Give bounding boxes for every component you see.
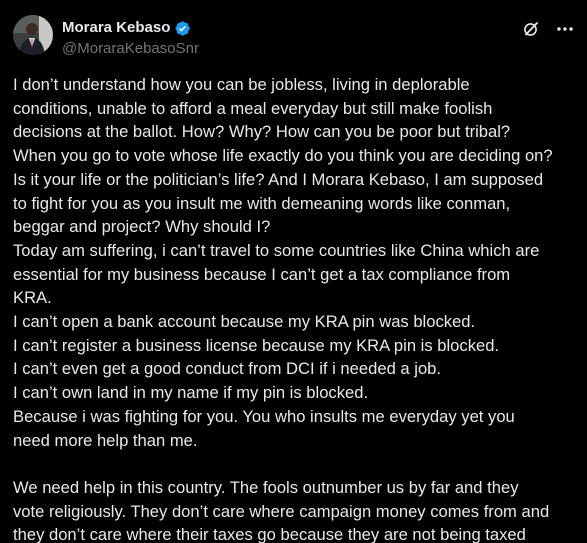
tweet-line: conditions, unable to afford a meal ever… (13, 98, 493, 118)
tweet-line: We need help in this country. The fools … (13, 477, 519, 497)
tweet-line: Is it your life or the politician’s life… (13, 169, 544, 189)
tweet-line: When you go to vote whose life exactly d… (13, 146, 553, 166)
tweet-line: decisions at the ballot. How? Why? How c… (13, 122, 511, 142)
tweet-line: KRA. (13, 288, 52, 308)
tweet-line: Today am suffering, i can’t travel to so… (13, 240, 540, 260)
grok-icon[interactable] (521, 19, 541, 39)
header-actions (521, 19, 575, 39)
paragraph-break (13, 452, 585, 476)
tweet-line: I don’t understand how you can be jobles… (13, 75, 470, 94)
tweet-line: I can’t open a bank account because my K… (13, 312, 476, 332)
tweet-line: essential for my business because I can’… (13, 264, 511, 284)
tweet-line: vote religiously. They don’t care where … (13, 501, 550, 521)
tweet-card[interactable]: Morara Kebaso @MoraraKebasoSnr I don’t u… (0, 0, 587, 543)
author-avatar[interactable] (13, 15, 53, 55)
tweet-line: beggar and project? Why should I? (13, 217, 271, 237)
tweet-line: need more help than me. (13, 430, 198, 450)
tweet-line: to fight for you as you insult me with d… (13, 193, 511, 213)
tweet-line: I can’t own land in my name if my pin is… (13, 383, 369, 403)
tweet-line: they don’t care where their taxes go bec… (13, 525, 526, 543)
tweet-header: Morara Kebaso @MoraraKebasoSnr (62, 18, 199, 59)
author-handle[interactable]: @MoraraKebasoSnr (62, 39, 199, 59)
author-display-name[interactable]: Morara Kebaso (62, 18, 170, 38)
tweet-line: I can’t register a business license beca… (13, 335, 500, 355)
more-icon[interactable] (555, 19, 575, 39)
name-row: Morara Kebaso (62, 18, 199, 38)
tweet-line: Because i was fighting for you. You who … (13, 406, 515, 426)
verified-badge-icon (174, 20, 191, 37)
tweet-line: I can’t even get a good conduct from DCI… (13, 359, 442, 379)
profile-photo-icon (13, 15, 53, 55)
tweet-text: I don’t understand how you can be jobles… (13, 73, 585, 543)
